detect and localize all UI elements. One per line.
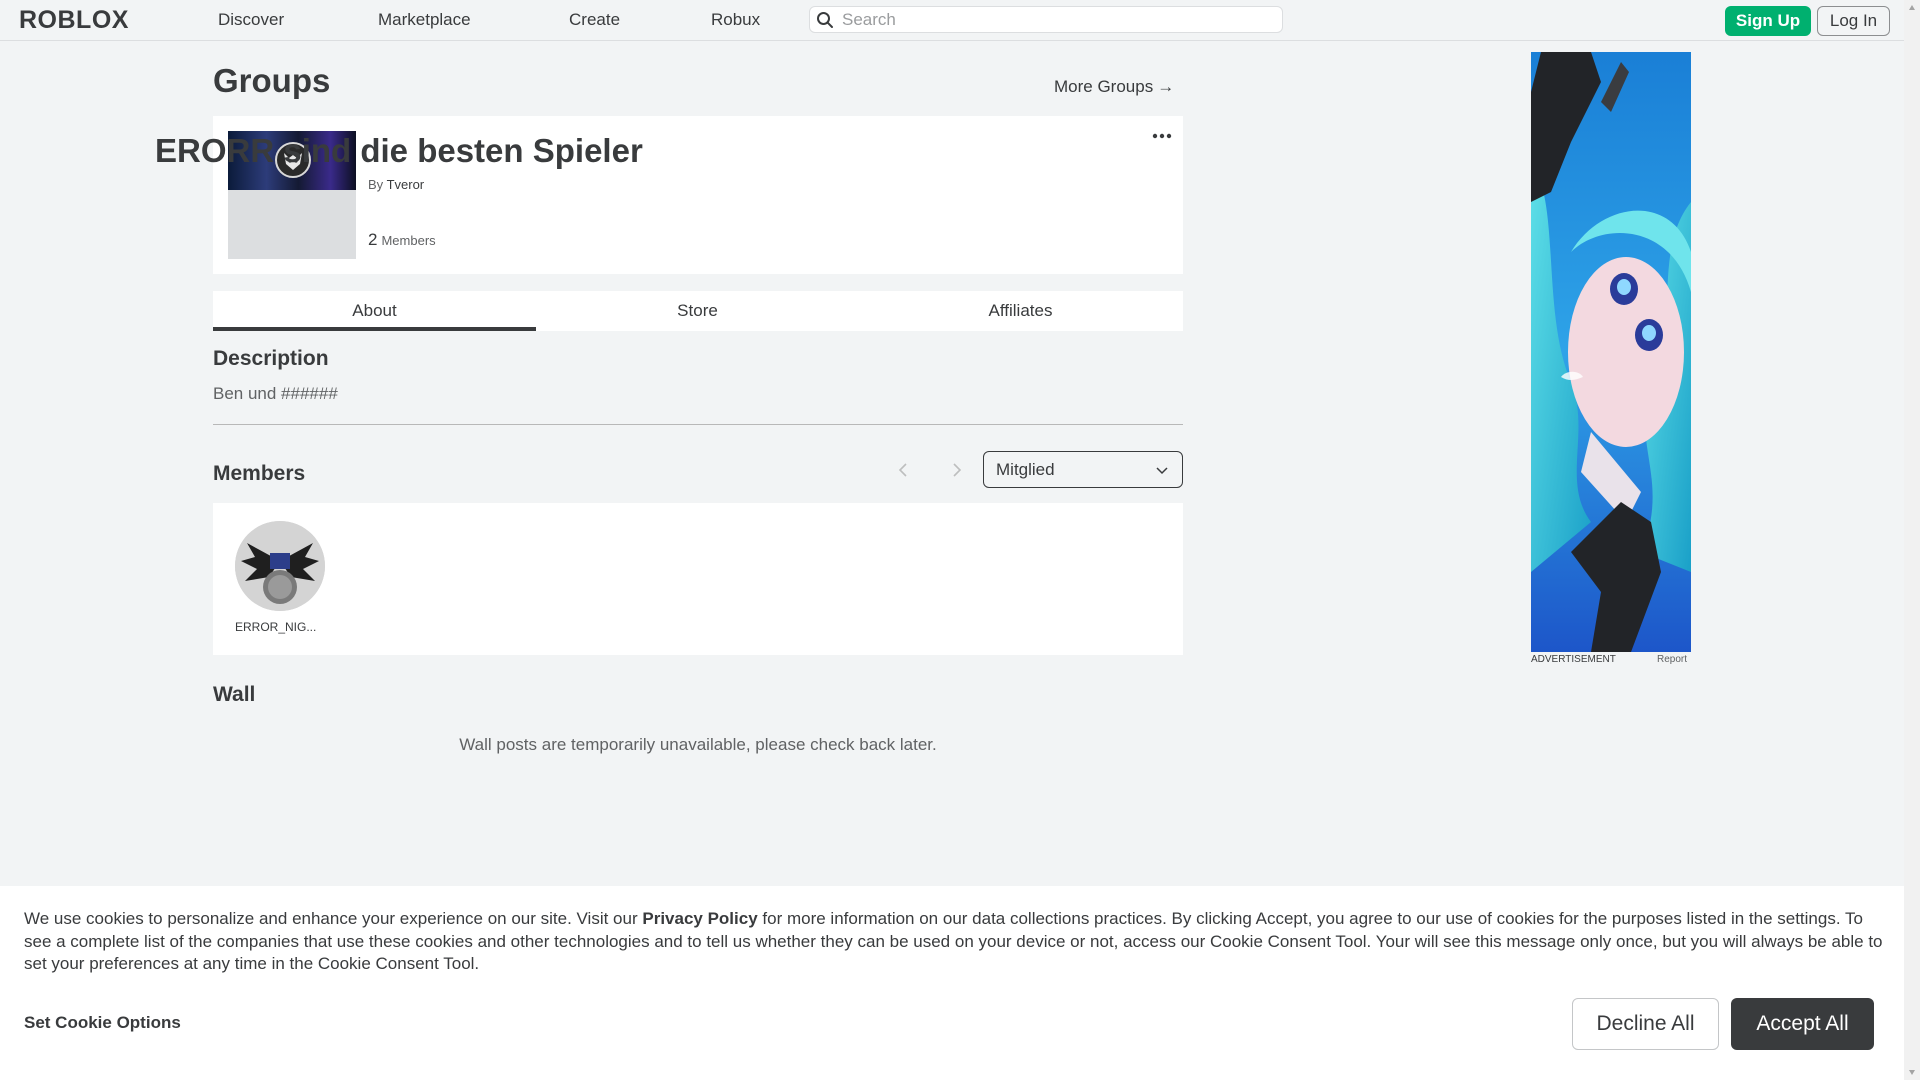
owner-name-link[interactable]: Tveror [387,177,425,192]
nav-discover[interactable]: Discover [218,10,284,30]
role-dropdown[interactable]: Mitglied [983,451,1183,488]
wall-heading: Wall [213,683,256,706]
chevron-left-icon[interactable] [894,460,914,480]
page-scrollbar[interactable] [1904,0,1920,1080]
scroll-up-icon[interactable] [1908,4,1916,12]
cookie-text-before: We use cookies to personalize and enhanc… [24,909,643,928]
cookie-notice-text: We use cookies to personalize and enhanc… [24,908,1884,976]
chevron-right-icon[interactable] [946,460,966,480]
roblox-logo[interactable]: ROBLOX [19,7,129,33]
advertisement-label: ADVERTISEMENT [1531,654,1616,665]
ad-report-link[interactable]: Report [1657,654,1687,666]
cookie-consent-banner: We use cookies to personalize and enhanc… [0,886,1904,1080]
search-box[interactable] [809,6,1283,33]
nav-robux[interactable]: Robux [711,10,760,30]
member-count-label: Members [381,233,436,248]
more-dots-icon[interactable] [1152,129,1172,143]
login-button[interactable]: Log In [1817,6,1890,36]
group-name: ERORR sind die besten Spieler [155,132,643,169]
member-card[interactable]: ERROR_NIG... [235,521,325,641]
group-tabs: About Store Affiliates [213,291,1183,331]
tab-store[interactable]: Store [536,291,859,331]
search-icon [817,12,833,28]
set-cookie-options-link[interactable]: Set Cookie Options [24,1013,181,1033]
chevron-down-icon [1156,467,1168,475]
advertisement-banner[interactable] [1531,52,1691,652]
section-divider [213,424,1183,425]
role-selected-label: Mitglied [996,460,1055,479]
member-count-number: 2 [368,230,378,249]
signup-button[interactable]: Sign Up [1725,6,1811,36]
top-navigation-bar: ROBLOX Discover Marketplace Create Robux… [0,0,1904,41]
avatar [235,521,325,611]
ad-artwork-image [1531,52,1691,652]
description-heading: Description [213,347,329,370]
tab-affiliates[interactable]: Affiliates [859,291,1182,331]
page-title: Groups [213,62,331,99]
privacy-policy-link[interactable]: Privacy Policy [642,909,757,928]
search-input[interactable] [842,9,1272,30]
by-label: By [368,177,384,192]
accept-all-button[interactable]: Accept All [1731,998,1874,1050]
members-heading: Members [213,462,306,485]
more-groups-label: More Groups [1054,77,1154,96]
members-list: ERROR_NIG... [213,503,1183,655]
decline-all-button[interactable]: Decline All [1572,998,1719,1050]
scroll-down-icon[interactable] [1908,1068,1916,1076]
nav-marketplace[interactable]: Marketplace [378,10,471,30]
group-owner-line: By Tveror [368,177,424,193]
arrow-right-icon: → [1157,77,1175,96]
description-text: Ben und ###### [213,384,338,403]
nav-create[interactable]: Create [569,10,620,30]
avatar-wings-icon [235,521,325,611]
wall-unavailable-message: Wall posts are temporarily unavailable, … [459,735,937,754]
tab-about[interactable]: About [213,291,536,331]
member-name: ERROR_NIG... [235,620,317,634]
member-count: 2 Members [368,230,436,249]
more-groups-link[interactable]: More Groups → [1054,77,1174,97]
